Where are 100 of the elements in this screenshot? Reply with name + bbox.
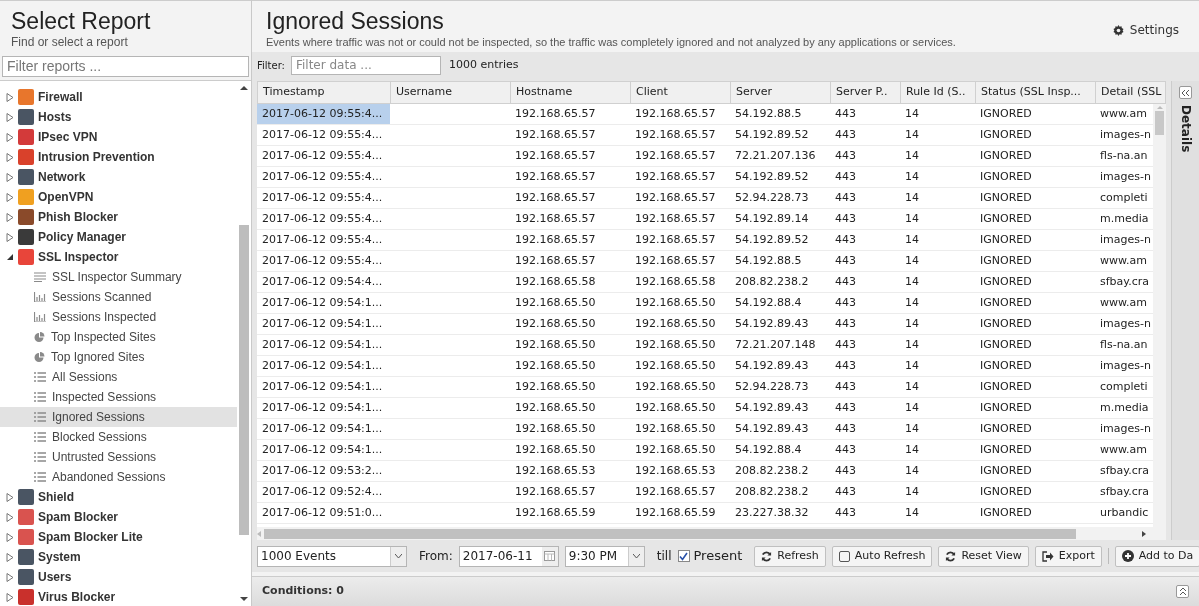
- table-cell-text: 14: [904, 126, 920, 143]
- table-cell-text: 14: [904, 105, 920, 122]
- lines-icon: [34, 272, 46, 282]
- details-panel[interactable]: Details: [1171, 81, 1199, 540]
- present-checkbox[interactable]: [677, 550, 690, 562]
- table-cell-text: 54.192.89.43: [734, 315, 810, 332]
- tree-child-item[interactable]: Sessions Inspected: [0, 307, 237, 327]
- table-cell-text: 54.192.89.43: [734, 399, 810, 416]
- table-cell-text: 54.192.88.4: [734, 294, 803, 311]
- table-cell-text: 14: [904, 441, 920, 458]
- toolbar-button[interactable]: Add to Da: [1114, 545, 1199, 567]
- scroll-thumb[interactable]: [1155, 111, 1164, 135]
- dropdown-caret-icon: [395, 553, 402, 559]
- scroll-thumb[interactable]: [239, 225, 249, 535]
- tree-child-label: SSL Inspector Summary: [52, 269, 182, 286]
- column-header[interactable]: Server: [731, 82, 831, 103]
- tree-child-item[interactable]: All Sessions: [0, 367, 237, 387]
- table-cell-text: 14: [904, 378, 920, 395]
- filter-reports-field[interactable]: Filter reports ...: [2, 56, 249, 77]
- table-cell-text: urbandic: [1099, 504, 1150, 521]
- checkbox[interactable]: [838, 550, 850, 562]
- tree-item[interactable]: SSL Inspector: [0, 247, 237, 267]
- date-field[interactable]: 2017-06-11: [458, 545, 559, 567]
- tree-item[interactable]: Policy Manager: [0, 227, 237, 247]
- tree-item[interactable]: System: [0, 547, 237, 567]
- table-cell-text: 443: [834, 336, 857, 353]
- column-header[interactable]: Timestamp: [258, 82, 391, 103]
- column-header[interactable]: Rule Id (S..: [901, 82, 976, 103]
- tree-child-label: Sessions Scanned: [52, 289, 152, 306]
- column-header[interactable]: Username: [391, 82, 511, 103]
- tree-item[interactable]: Network: [0, 167, 237, 187]
- tree-item[interactable]: Hosts: [0, 107, 237, 127]
- refresh-icon: [945, 550, 957, 562]
- event-limit-dropdown[interactable]: 1000 Events: [257, 545, 407, 567]
- tree-child-item[interactable]: Blocked Sessions: [0, 427, 237, 447]
- tree-item-label: Spam Blocker Lite: [38, 529, 143, 546]
- scroll-right-icon[interactable]: [1142, 530, 1146, 537]
- table-cell-text: www.am: [1099, 252, 1148, 269]
- expand-panel-icon[interactable]: [1179, 86, 1192, 99]
- till-label: till: [656, 548, 672, 565]
- tree-child-item[interactable]: Sessions Scanned: [0, 287, 237, 307]
- tree-child-label: Blocked Sessions: [52, 429, 147, 446]
- table-cell-text: 14: [904, 231, 920, 248]
- tree-child-item[interactable]: Inspected Sessions: [0, 387, 237, 407]
- toolbar-button[interactable]: Reset View: [938, 545, 1029, 567]
- table-cell-text: 192.168.65.50: [634, 294, 717, 311]
- table-cell-text: IGNORED: [979, 399, 1033, 416]
- tree-child-item[interactable]: SSL Inspector Summary: [0, 267, 237, 287]
- table-cell-text: 2017-06-12 09:54:1...: [261, 294, 384, 311]
- tree-item[interactable]: IPsec VPN: [0, 127, 237, 147]
- export-icon: [1041, 550, 1054, 562]
- column-header[interactable]: Status (SSL Insp...: [976, 82, 1096, 103]
- scroll-up-icon[interactable]: [240, 86, 248, 90]
- tree-item[interactable]: Spam Blocker: [0, 507, 237, 527]
- column-header[interactable]: Hostname: [511, 82, 631, 103]
- horizontal-scrollbar[interactable]: [257, 527, 1166, 540]
- tree-child-item[interactable]: Top Ignored Sites: [0, 347, 237, 367]
- table-cell-text: IGNORED: [979, 462, 1033, 479]
- table-cell-text: 2017-06-12 09:52:4...: [261, 483, 384, 500]
- table-cell-text: IGNORED: [979, 504, 1033, 521]
- filter-label: Filter:: [257, 58, 285, 73]
- table-cell-text: 208.82.238.2: [734, 273, 810, 290]
- filter-data-field[interactable]: Filter data ...: [290, 55, 441, 75]
- table-cell-text: 14: [904, 399, 920, 416]
- tree-item-label: Network: [38, 169, 86, 186]
- scroll-thumb[interactable]: [264, 528, 1076, 539]
- table-scrollbar[interactable]: [1153, 104, 1166, 527]
- toolbar-button[interactable]: Refresh: [754, 545, 826, 567]
- table-cell-text: 192.168.65.50: [634, 378, 717, 395]
- tree-item[interactable]: Intrusion Prevention: [0, 147, 237, 167]
- table-cell-text: fls-na.an: [1099, 336, 1149, 353]
- collapse-arrow-icon[interactable]: [6, 253, 14, 261]
- bar-chart-icon: [34, 312, 46, 322]
- table-cell-text: 443: [834, 294, 857, 311]
- tree-child-item[interactable]: Abandoned Sessions: [0, 467, 237, 487]
- expand-conditions-icon[interactable]: [1176, 585, 1189, 598]
- table-cell-text: 443: [834, 105, 857, 122]
- tree-item[interactable]: Shield: [0, 487, 237, 507]
- time-dropdown[interactable]: 9:30 PM: [564, 545, 645, 567]
- column-header[interactable]: Client: [631, 82, 731, 103]
- tree-item[interactable]: Phish Blocker: [0, 207, 237, 227]
- column-header[interactable]: Server P..: [831, 82, 901, 103]
- column-header[interactable]: Detail (SSL: [1096, 82, 1165, 103]
- calendar-icon: [544, 551, 556, 561]
- refresh-icon: [761, 550, 773, 562]
- tree-item[interactable]: Spam Blocker Lite: [0, 527, 237, 547]
- tree-item[interactable]: OpenVPN: [0, 187, 237, 207]
- tree-item[interactable]: Virus Blocker: [0, 587, 237, 606]
- tree-item[interactable]: Firewall: [0, 87, 237, 107]
- tree-child-item[interactable]: Top Inspected Sites: [0, 327, 237, 347]
- table-cell-text: 52.94.228.73: [734, 189, 810, 206]
- table-cell-text: IGNORED: [979, 231, 1033, 248]
- settings-button[interactable]: Settings: [1112, 21, 1179, 39]
- tree-child-item[interactable]: Untrusted Sessions: [0, 447, 237, 467]
- toolbar-button[interactable]: Export: [1034, 545, 1102, 567]
- tree-child-item[interactable]: Ignored Sessions: [0, 407, 237, 427]
- table-cell-text: 192.168.65.50: [514, 420, 597, 437]
- auto-refresh-toggle[interactable]: Auto Refresh: [831, 545, 933, 567]
- tree-item[interactable]: Users: [0, 567, 237, 587]
- scroll-down-icon[interactable]: [240, 597, 248, 601]
